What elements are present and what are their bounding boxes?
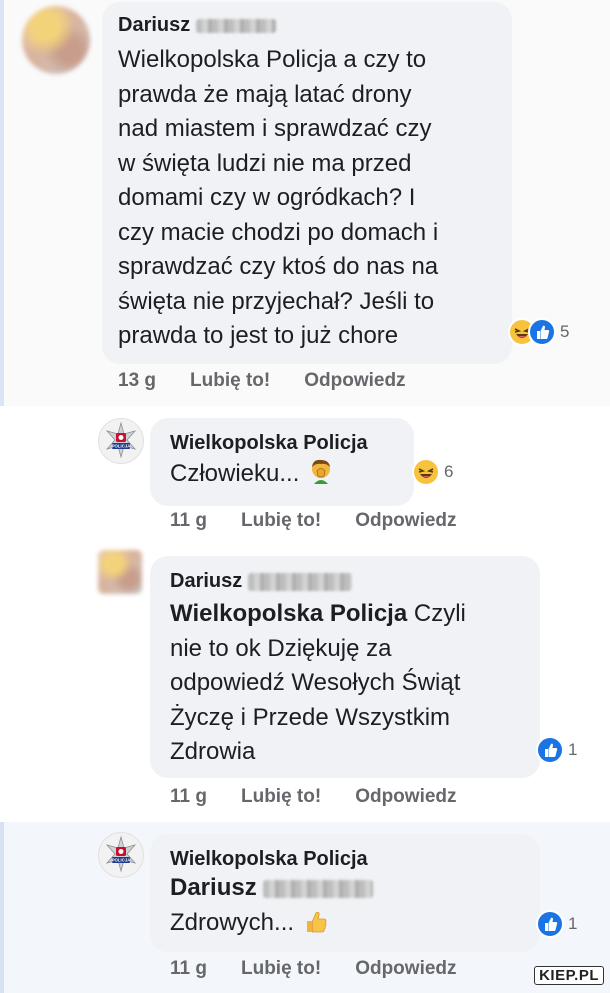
comment-time[interactable]: 11 g [170,786,207,808]
redacted-surname [263,879,374,898]
comment-actions: 11 g Lubię to! Odpowiedz [170,510,491,532]
like-icon [528,318,556,346]
comment-line: Zdrowych... [170,906,520,941]
avatar-dariusz[interactable] [22,6,90,74]
comment-line: Człowieku... [170,460,300,487]
reply-link[interactable]: Odpowiedz [355,958,456,980]
comment-time[interactable]: 13 g [118,370,156,392]
reaction-count: 1 [568,740,578,759]
reply-police-1: POLICJA Wielkopolska Policja Człowieku..… [0,406,610,544]
police-badge-text: POLICJA [112,444,131,449]
avatar-dariusz[interactable] [98,550,142,594]
comment-line: prawda to jest to już chore [118,322,399,349]
comment-line: Dariusz [170,871,520,906]
comment-bubble: Wielkopolska Policja Dariusz Zdrowych... [150,834,540,952]
police-star-icon: POLICJA [105,835,137,873]
like-icon [536,910,564,938]
comment-line: prawda że mają latać drony [118,80,412,108]
comment-text: Dariusz Zdrowych... [170,871,520,940]
comment-line: nie to ok Dziękuję za [170,634,392,662]
police-badge-text: POLICJA [112,858,131,863]
comment-line: w święta ludzi nie ma przed [118,149,412,177]
like-link[interactable]: Lubię to! [241,510,321,532]
like-link[interactable]: Lubię to! [241,786,321,808]
like-icon [536,736,564,764]
comment-time[interactable]: 11 g [170,510,207,532]
reply-police-2: POLICJA Wielkopolska Policja Dariusz Zdr… [0,822,610,993]
comment-line: domami czy w ogródkach? I [118,184,416,211]
comment-bubble: Wielkopolska Policja Człowieku... [150,418,414,506]
comment-text: Wielkopolska Policja a czy to prawda że … [118,43,496,354]
comment-bubble: Dariusz Wielkopolska Policja a czy to pr… [102,2,512,364]
avatar-police[interactable]: POLICJA [98,418,144,464]
comment-line: odpowiedź Wesołych Świąt [170,669,461,696]
reply-link[interactable]: Odpowiedz [355,786,456,808]
reply-dariusz: Dariusz Wielkopolska Policja Czyli nie t… [0,544,610,822]
comment-line: nad miastem i sprawdzać czy [118,115,432,142]
reaction-count: 1 [568,914,578,933]
reaction-count: 5 [560,322,570,341]
comment-text: Człowieku... [170,457,394,492]
comment-line: Wielkopolska Policja Czyli [170,600,466,627]
haha-icon [412,458,440,486]
thumbs-up-emoji [306,911,327,932]
thread-rule [0,0,4,406]
reaction-summary[interactable]: 1 [536,910,577,938]
like-link[interactable]: Lubię to! [241,958,321,980]
reaction-summary[interactable]: 1 [536,736,577,764]
police-star-icon: POLICJA [105,421,137,459]
comment-text: Wielkopolska Policja Czyli nie to ok Dzi… [170,597,520,770]
redacted-surname [247,572,352,591]
comment-author[interactable]: Wielkopolska Policja [170,848,520,871]
comment-actions: 13 g Lubię to! Odpowiedz [118,370,440,392]
comment-bubble: Dariusz Wielkopolska Policja Czyli nie t… [150,556,540,778]
comment-actions: 11 g Lubię to! Odpowiedz [170,958,491,980]
comment-line: sprawdzać czy ktoś do nas na [118,253,439,280]
mention-tag[interactable]: Wielkopolska Policja [170,600,407,627]
reply-link[interactable]: Odpowiedz [355,510,456,532]
reaction-summary[interactable]: 5 [508,318,569,346]
reaction-count: 6 [444,462,454,481]
redacted-surname [195,18,276,33]
comment-line: czy macie chodzi po domach i [118,218,439,246]
comment-author[interactable]: Dariusz [170,570,520,593]
comment-line: Życzę i Przede Wszystkim [170,703,451,731]
comment-line: Zdrowia [170,738,256,765]
comment-line: Wielkopolska Policja a czy to [118,46,427,73]
person-facepalming-emoji [312,459,331,484]
comment-thread-root: Dariusz Wielkopolska Policja a czy to pr… [0,0,610,406]
comment-time[interactable]: 11 g [170,958,207,980]
comment-line: święta nie przyjechał? Jeśli to [118,287,435,315]
avatar-police[interactable]: POLICJA [98,832,144,878]
thread-rule [0,822,4,993]
reaction-summary[interactable]: 6 [412,458,453,486]
comment-author[interactable]: Wielkopolska Policja [170,432,394,455]
site-watermark: KIEP.PL [534,966,604,985]
mention-tag[interactable]: Dariusz [170,874,257,901]
reply-link[interactable]: Odpowiedz [304,370,405,392]
comment-actions: 11 g Lubię to! Odpowiedz [170,786,491,808]
comment-author[interactable]: Dariusz [118,14,496,37]
like-link[interactable]: Lubię to! [190,370,270,392]
